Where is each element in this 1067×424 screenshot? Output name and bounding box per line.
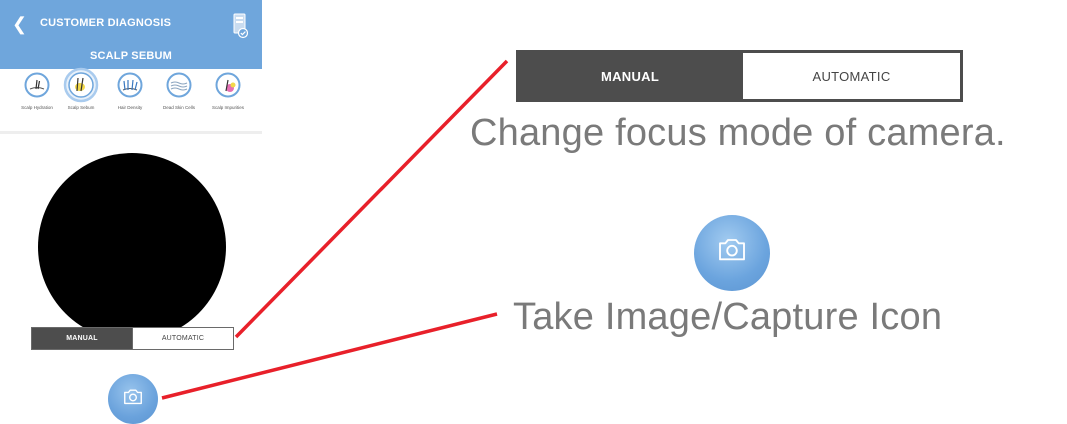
automatic-focus-button[interactable]: AUTOMATIC: [132, 328, 233, 349]
back-chevron-icon[interactable]: ❮: [12, 13, 32, 35]
app-header: ❮ CUSTOMER DIAGNOSIS SCALP SEBUM: [0, 0, 262, 69]
page-title: CUSTOMER DIAGNOSIS: [40, 17, 172, 29]
category-label: Scalp Hydration: [21, 105, 53, 110]
hair-density-icon: [117, 72, 143, 98]
diagnosis-category-bar: Scalp Hydration Scalp Sebum Hair Density: [0, 67, 262, 134]
camera-icon: [719, 239, 745, 261]
category-scalp-hydration[interactable]: Scalp Hydration: [14, 72, 60, 110]
camera-preview: [38, 153, 226, 341]
manual-focus-button[interactable]: MANUAL: [32, 328, 132, 349]
capture-button-enlarged[interactable]: [694, 215, 770, 291]
category-scalp-sebum[interactable]: Scalp Sebum: [58, 67, 104, 110]
mobile-app-screen: ❮ CUSTOMER DIAGNOSIS SCALP SEBUM Scalp H…: [0, 0, 262, 424]
capture-button[interactable]: [108, 374, 158, 424]
scalp-sebum-icon: [63, 67, 99, 103]
category-label: Dead Skin Cells: [162, 105, 195, 110]
report-check-icon[interactable]: [232, 13, 248, 39]
manual-focus-button-enlarged[interactable]: MANUAL: [519, 53, 741, 99]
focus-callout-caption: Change focus mode of camera.: [470, 112, 1006, 154]
category-label: Scalp Impurities: [211, 105, 244, 110]
category-hair-density[interactable]: Hair Density: [107, 72, 153, 110]
focus-callout-line: [234, 59, 509, 339]
section-subtitle: SCALP SEBUM: [89, 50, 173, 62]
category-dead-skin-cells[interactable]: Dead Skin Cells: [156, 72, 202, 110]
automatic-focus-button-enlarged[interactable]: AUTOMATIC: [741, 53, 960, 99]
scalp-impurities-icon: [215, 72, 241, 98]
capture-callout-caption: Take Image/Capture Icon: [513, 296, 943, 338]
focus-mode-toggle: MANUAL AUTOMATIC: [31, 327, 234, 350]
camera-icon: [124, 388, 142, 404]
focus-mode-toggle-enlarged: MANUAL AUTOMATIC: [516, 50, 963, 102]
dead-skin-cells-icon: [166, 72, 192, 98]
scalp-hydration-icon: [24, 72, 50, 98]
category-label: Hair Density: [117, 105, 143, 110]
category-scalp-impurities[interactable]: Scalp Impurities: [205, 72, 251, 110]
category-label: Scalp Sebum: [67, 105, 95, 110]
